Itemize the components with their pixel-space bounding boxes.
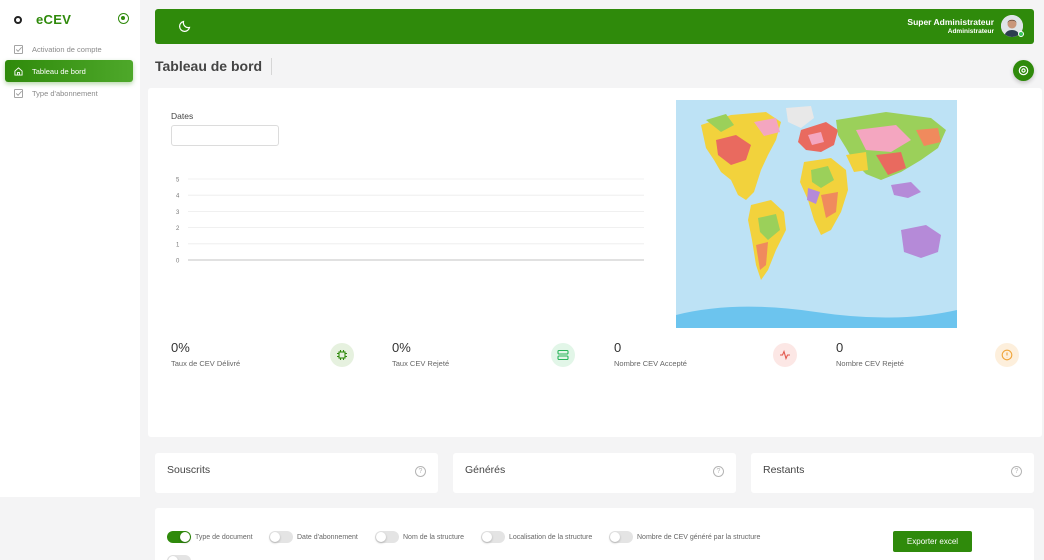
toggle-label: Nombre de CEV généré par la structure [637, 533, 761, 541]
y-tick-label: 1 [176, 242, 180, 248]
card-restants: Restants ? [751, 453, 1034, 493]
dates-input[interactable] [171, 125, 279, 146]
card-title: Générés [465, 464, 506, 476]
page-title: Tableau de bord [155, 58, 273, 75]
kpi-value: 0% [392, 340, 411, 355]
topbar: Super Administrateur Administrateur [155, 9, 1034, 44]
card-souscrits: Souscrits ? [155, 453, 438, 493]
home-icon [14, 66, 23, 76]
world-map-image [676, 100, 957, 328]
kpi-value: 0% [171, 340, 190, 355]
kpi-nombre-rejete: 0 Nombre CEV Rejeté [836, 340, 1036, 376]
line-chart: 5 4 3 2 1 0 [176, 178, 644, 265]
world-map [676, 100, 957, 328]
toggle-label: Localisation de la structure [509, 533, 593, 541]
kpi-label: Taux CEV Rejeté [392, 359, 450, 368]
column-toggle-nom-structure[interactable]: Nom de la structure [375, 531, 464, 543]
kpi-nombre-accepte: 0 Nombre CEV Accepté [614, 340, 814, 376]
settings-icon [1018, 65, 1029, 76]
brand[interactable]: eCEV [14, 12, 71, 27]
export-excel-button[interactable]: Exporter excel [893, 531, 972, 552]
kpi-label: Taux de CEV Délivré [171, 359, 241, 368]
user-name: Super Administrateur [907, 17, 994, 27]
help-icon[interactable]: ? [1011, 466, 1022, 477]
card-title: Souscrits [167, 464, 211, 476]
toggle-switch[interactable] [167, 555, 191, 560]
export-panel: Type de document Date d'abonnement Nom d… [155, 508, 1034, 560]
kpi-value: 0 [836, 340, 844, 355]
sidebar: eCEV Activation de compte Tableau de bor… [0, 0, 140, 497]
chip-icon [330, 343, 354, 367]
toggle-switch[interactable] [481, 531, 505, 543]
column-toggle-nombre-cev[interactable]: Nombre de CEV généré par la structure [609, 531, 760, 543]
sidebar-item-type-abonnement[interactable]: Type d'abonnement [5, 82, 133, 104]
kpi-label: Nombre CEV Accepté [614, 359, 687, 368]
sidebar-item-tableau-de-bord[interactable]: Tableau de bord [5, 60, 133, 82]
kpi-taux-delivre: 0% Taux de CEV Délivré [171, 340, 371, 376]
kpi-value: 0 [614, 340, 622, 355]
column-toggle-type-document[interactable]: Type de document [167, 531, 253, 543]
brand-logo-icon [14, 15, 22, 24]
check-square-icon [14, 88, 23, 98]
sidebar-nav: Activation de compte Tableau de bord Typ… [5, 38, 133, 104]
toggle-label: Nom de la structure [403, 533, 465, 541]
help-icon[interactable]: ? [415, 466, 426, 477]
kpi-taux-rejete: 0% Taux CEV Rejeté [392, 340, 592, 376]
y-tick-label: 0 [176, 259, 180, 265]
sidebar-item-label: Type d'abonnement [32, 88, 98, 98]
y-tick-label: 3 [176, 210, 180, 216]
sidebar-toggle-icon[interactable] [118, 13, 129, 24]
user-info[interactable]: Super Administrateur Administrateur [907, 17, 994, 35]
kpi-label: Nombre CEV Rejeté [836, 359, 904, 368]
card-title: Restants [763, 464, 805, 476]
online-status-dot [1018, 31, 1024, 37]
card-generes: Générés ? [453, 453, 736, 493]
sidebar-item-activation-compte[interactable]: Activation de compte [5, 38, 133, 60]
sidebar-item-label: Tableau de bord [32, 66, 86, 76]
y-tick-label: 2 [176, 226, 180, 232]
y-tick-label: 5 [176, 178, 180, 184]
toggle-label: Type de document [195, 533, 253, 541]
activity-icon [773, 343, 797, 367]
toggle-switch[interactable] [269, 531, 293, 543]
brand-name: eCEV [36, 12, 72, 27]
y-tick-label: 4 [176, 194, 180, 200]
toggle-switch[interactable] [375, 531, 399, 543]
sidebar-item-label: Activation de compte [32, 44, 102, 54]
column-toggle-date-abonnement[interactable]: Date d'abonnement [269, 531, 358, 543]
dates-label: Dates [171, 111, 194, 121]
settings-button[interactable] [1013, 60, 1034, 81]
server-icon [551, 343, 575, 367]
column-toggle-localisation-structure[interactable]: Localisation de la structure [481, 531, 592, 543]
toggle-label: Date d'abonnement [297, 533, 358, 541]
moon-icon[interactable] [179, 20, 191, 32]
toggle-switch[interactable] [609, 531, 633, 543]
alert-circle-icon [995, 343, 1019, 367]
dashboard-card: Dates 5 4 3 2 1 0 0% Taux de CEV Délivré 0% T… [148, 88, 1042, 437]
toggle-switch[interactable] [167, 531, 191, 543]
help-icon[interactable]: ? [713, 466, 724, 477]
check-square-icon [14, 44, 23, 54]
user-role: Administrateur [947, 28, 994, 35]
